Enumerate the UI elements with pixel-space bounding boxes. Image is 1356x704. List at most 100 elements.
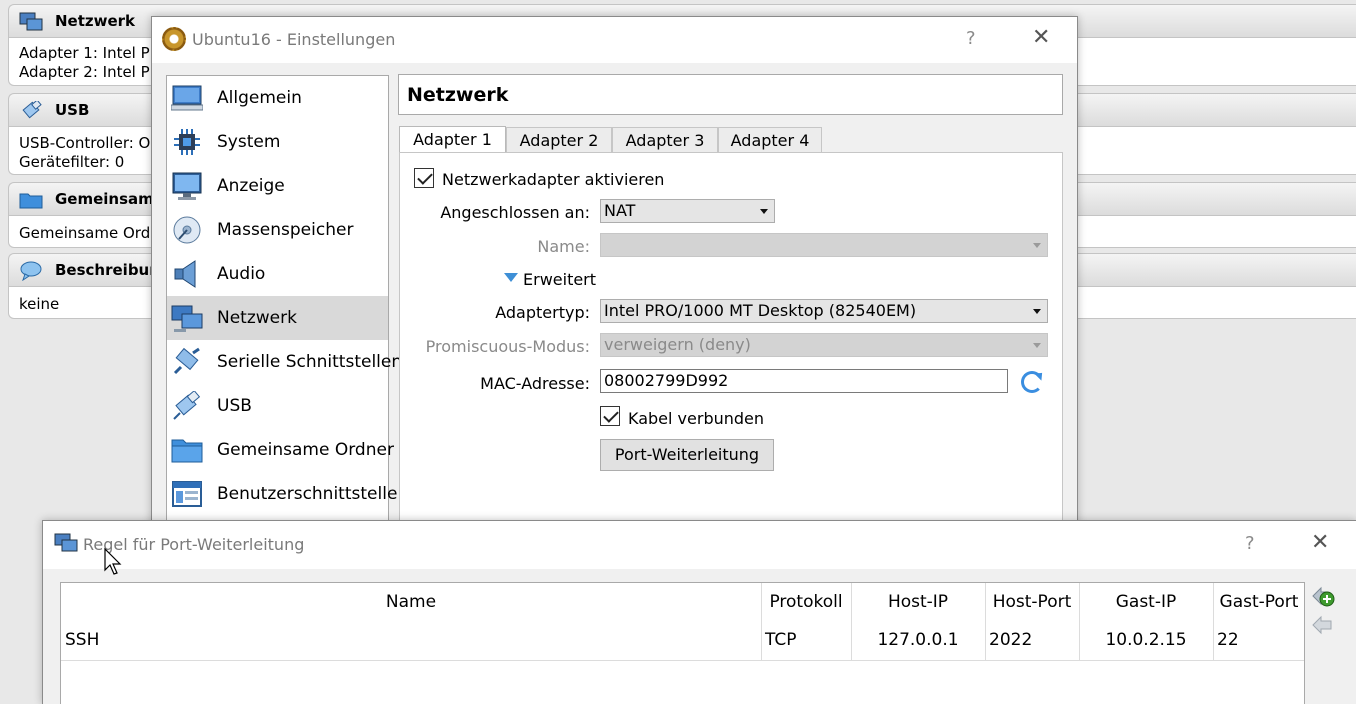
- tab-adapter-4[interactable]: Adapter 4: [718, 127, 822, 153]
- remove-rule-icon[interactable]: [1311, 613, 1335, 637]
- cable-connected-label: Kabel verbunden: [628, 409, 765, 428]
- chevron-down-icon: [760, 209, 768, 214]
- settings-title: Ubuntu16 - Einstellungen: [192, 30, 396, 49]
- sidebar-item-label: Benutzerschnittstelle: [217, 484, 398, 504]
- advanced-toggle[interactable]: Erweitert: [523, 270, 596, 289]
- sidebar-item-label: Audio: [217, 264, 266, 284]
- attached-to-select[interactable]: NAT: [600, 199, 775, 223]
- details-usb-title: USB: [55, 101, 90, 119]
- chevron-down-icon: [1033, 309, 1041, 314]
- chevron-down-icon: [1033, 343, 1041, 348]
- serial-icon: [173, 347, 200, 375]
- virtualbox-gear-icon: [162, 27, 186, 51]
- sidebar-item-label: Massenspeicher: [217, 220, 354, 240]
- sidebar-item-massenspeicher[interactable]: Massenspeicher: [167, 208, 388, 252]
- page-title: Netzwerk: [407, 84, 509, 106]
- sidebar-item-audio[interactable]: Audio: [167, 252, 388, 296]
- sidebar-item-usb[interactable]: USB: [167, 384, 388, 428]
- add-rule-icon[interactable]: [1311, 584, 1335, 608]
- cell-guest-port[interactable]: 22: [1213, 621, 1305, 660]
- page-header: Netzwerk: [398, 74, 1063, 115]
- adapter-type-label: Adaptertyp:: [495, 303, 590, 322]
- sidebar-item-netzwerk[interactable]: Netzwerk: [167, 296, 388, 340]
- monitor-icon: [171, 85, 203, 111]
- promiscuous-label: Promiscuous-Modus:: [425, 337, 590, 356]
- disk-icon: [173, 216, 201, 244]
- column-header-protocol[interactable]: Protokoll: [761, 583, 851, 621]
- chip-icon: [174, 129, 200, 155]
- name-select[interactable]: [600, 233, 1048, 257]
- sidebar-item-allgemein[interactable]: Allgemein: [167, 76, 388, 120]
- sidebar-item-gemeinsame-ordner[interactable]: Gemeinsame Ordner: [167, 428, 394, 472]
- column-header-name[interactable]: Name: [61, 583, 761, 621]
- cell-name[interactable]: SSH: [61, 621, 761, 660]
- sidebar-item-anzeige[interactable]: Anzeige: [167, 164, 388, 208]
- name-label: Name:: [537, 237, 590, 256]
- sidebar-item-label: Serielle Schnittstellen: [217, 352, 403, 372]
- details-network-title: Netzwerk: [55, 12, 136, 30]
- sidebar-item-label: Netzwerk: [217, 308, 297, 328]
- tab-adapter-3[interactable]: Adapter 3: [612, 127, 718, 153]
- help-button[interactable]: ?: [1245, 533, 1255, 554]
- settings-sidebar: Allgemein System Anzeige Massenspeicher …: [166, 75, 402, 537]
- port-rules-table: Name Protokoll Host-IP Host-Port Gast-IP…: [60, 582, 1305, 704]
- promiscuous-select[interactable]: verweigern (deny): [600, 333, 1048, 357]
- details-network-row: Adapter 2: Intel P: [19, 63, 150, 81]
- cable-connected-checkbox[interactable]: [600, 406, 620, 426]
- adapter-type-select[interactable]: Intel PRO/1000 MT Desktop (82540EM): [600, 299, 1048, 323]
- adapter-type-value: Intel PRO/1000 MT Desktop (82540EM): [604, 301, 917, 320]
- details-usb-row: USB-Controller: O: [19, 134, 151, 152]
- folder-icon: [171, 439, 203, 463]
- tab-adapter-2[interactable]: Adapter 2: [506, 127, 612, 153]
- sidebar-item-label: System: [217, 132, 281, 152]
- sidebar-item-label: USB: [217, 396, 252, 416]
- close-button[interactable]: ✕: [1311, 530, 1329, 555]
- enable-adapter-label: Netzwerkadapter aktivieren: [442, 170, 665, 189]
- network-icon: [19, 12, 43, 31]
- details-description-row: keine: [19, 295, 60, 313]
- column-header-guest-port[interactable]: Gast-Port: [1213, 583, 1305, 621]
- usb-icon: [22, 101, 42, 119]
- expand-triangle-icon[interactable]: [504, 273, 518, 282]
- details-usb-row: Gerätefilter: 0: [19, 153, 125, 171]
- sidebar-item-label: Anzeige: [217, 176, 285, 196]
- adapter-tab-pane: Netzwerkadapter aktivieren Angeschlossen…: [399, 152, 1063, 537]
- refresh-mac-icon[interactable]: [1021, 371, 1043, 393]
- attached-to-value: NAT: [604, 201, 636, 220]
- tab-adapter-1[interactable]: Adapter 1: [399, 126, 506, 154]
- port-forwarding-titlebar[interactable]: Regel für Port-Weiterleitung ? ✕: [43, 521, 1356, 569]
- promiscuous-value: verweigern (deny): [604, 335, 751, 354]
- cell-host-ip[interactable]: 127.0.0.1: [851, 621, 985, 660]
- details-description-title: Beschreibun: [55, 261, 160, 279]
- column-header-host-port[interactable]: Host-Port: [985, 583, 1079, 621]
- usb-icon: [173, 391, 201, 420]
- cell-host-port[interactable]: 2022: [985, 621, 1079, 660]
- settings-dialog: Ubuntu16 - Einstellungen ? ✕ Allgemein S…: [151, 16, 1078, 537]
- sidebar-item-system[interactable]: System: [167, 120, 388, 164]
- details-shared-title: Gemeinsame: [55, 190, 164, 208]
- speech-bubble-icon: [20, 261, 42, 281]
- help-button[interactable]: ?: [966, 28, 976, 49]
- chevron-down-icon: [1033, 243, 1041, 248]
- column-header-guest-ip[interactable]: Gast-IP: [1079, 583, 1213, 621]
- folder-icon: [19, 193, 43, 209]
- enable-adapter-checkbox[interactable]: [414, 168, 434, 188]
- settings-titlebar[interactable]: Ubuntu16 - Einstellungen ? ✕: [152, 17, 1077, 63]
- details-network-row: Adapter 1: Intel P: [19, 44, 150, 62]
- details-shared-row: Gemeinsame Ordn: [19, 224, 160, 242]
- attached-to-label: Angeschlossen an:: [440, 203, 590, 222]
- display-icon: [172, 172, 202, 200]
- cell-protocol[interactable]: TCP: [761, 621, 851, 660]
- network-icon: [171, 305, 203, 332]
- sidebar-item-serielle-schnittstellen[interactable]: Serielle Schnittstellen: [167, 340, 402, 384]
- sidebar-item-benutzerschnittstelle[interactable]: Benutzerschnittstelle: [167, 472, 397, 516]
- port-forwarding-button[interactable]: Port-Weiterleitung: [600, 439, 774, 471]
- sidebar-item-label: Allgemein: [217, 88, 302, 108]
- cell-guest-ip[interactable]: 10.0.2.15: [1079, 621, 1213, 660]
- mac-address-input[interactable]: 08002799D992: [600, 369, 1008, 393]
- column-header-host-ip[interactable]: Host-IP: [851, 583, 985, 621]
- close-button[interactable]: ✕: [1032, 25, 1050, 50]
- mouse-cursor-icon: [104, 548, 122, 575]
- mac-address-label: MAC-Adresse:: [480, 374, 590, 393]
- network-icon: [54, 533, 78, 552]
